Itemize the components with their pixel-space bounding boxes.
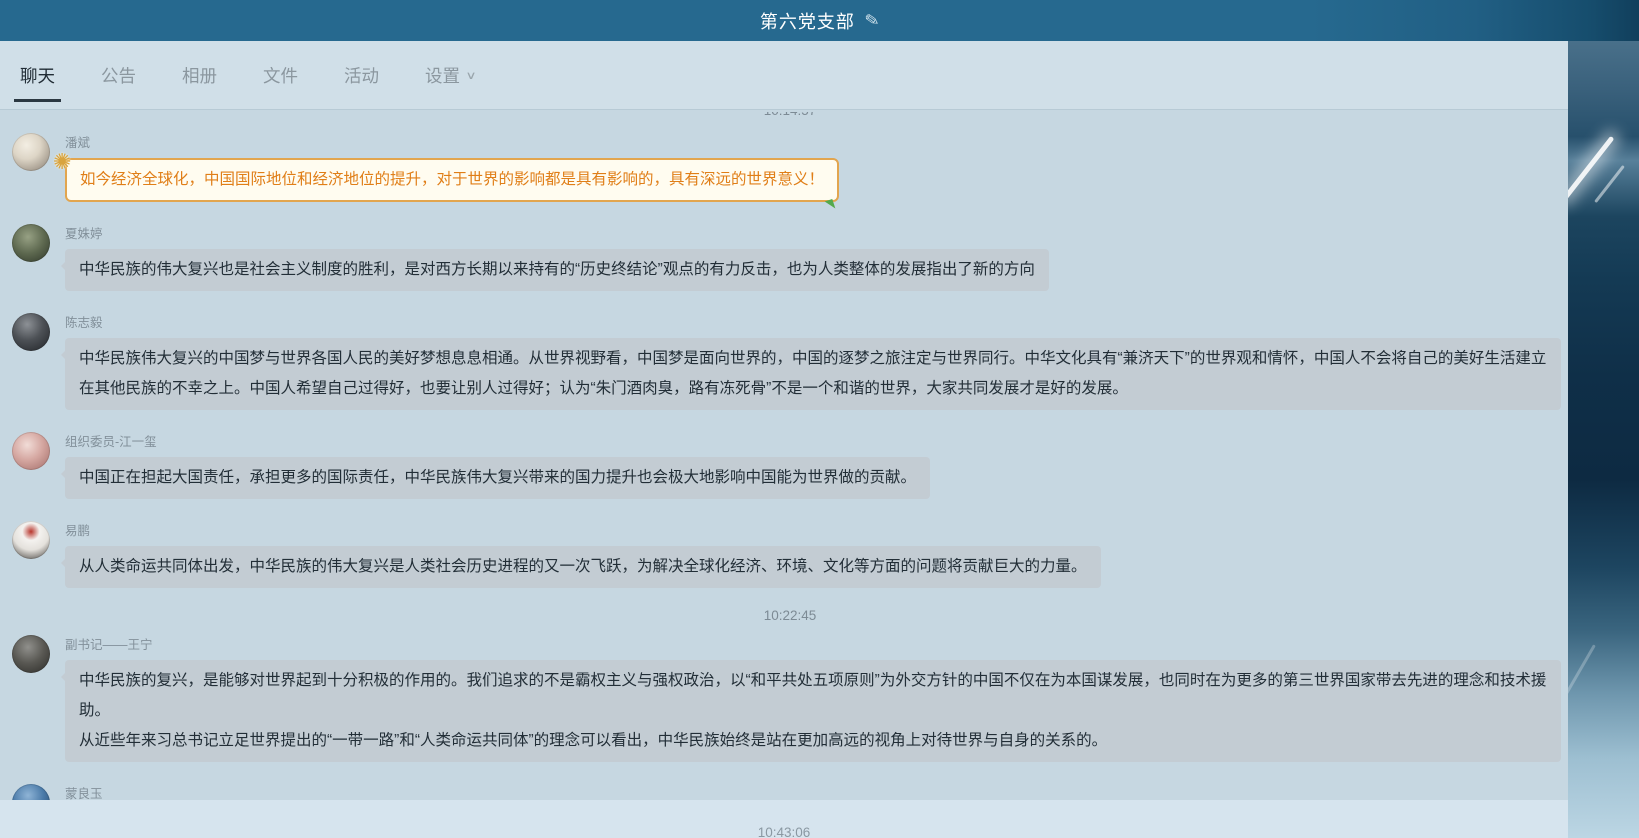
chat-message: 潘斌 ✺ 如今经济全球化，中国国际地位和经济地位的提升，对于世界的影响都是具有影… [12, 131, 1568, 202]
message-bubble[interactable]: 中华民族的伟大复兴也是社会主义制度的胜利，是对西方长期以来持有的“历史终结论”观… [65, 249, 1049, 291]
avatar[interactable] [12, 635, 50, 673]
flower-ornament-icon: ✺ [53, 147, 71, 177]
avatar[interactable] [12, 521, 50, 559]
chat-history[interactable]: 10:14:57 潘斌 ✺ 如今经济全球化，中国国际地位和经济地位的提升，对于世… [0, 111, 1568, 800]
chat-message: 副书记——王宁 中华民族的复兴，是能够对世界起到十分积极的作用的。我们追求的不是… [12, 633, 1568, 762]
sent-indicator-icon [825, 199, 836, 211]
avatar[interactable] [12, 432, 50, 470]
message-bubble[interactable]: 中华民族的复兴，是能够对世界起到十分积极的作用的。我们追求的不是霸权主义与强权政… [65, 660, 1561, 762]
sender-name: 蒙良玉 [65, 783, 1561, 800]
background-artwork [1568, 41, 1639, 838]
light-streak [1568, 644, 1596, 697]
timestamp-clipped-bottom: 10:43:06 [0, 800, 1568, 838]
sender-name: 组织委员-江一玺 [65, 431, 930, 450]
tab-album[interactable]: 相册 [176, 41, 223, 109]
sender-name: 副书记——王宁 [65, 634, 1561, 653]
group-title: 第六党支部 [760, 8, 855, 34]
sender-name: 夏姝婷 [65, 223, 1049, 242]
avatar[interactable] [12, 224, 50, 262]
tab-settings[interactable]: 设置 ∨ [419, 41, 481, 109]
tab-activities[interactable]: 活动 [338, 41, 385, 109]
tab-files[interactable]: 文件 [257, 41, 304, 109]
tab-chat[interactable]: 聊天 [14, 41, 61, 109]
edit-title-icon[interactable]: ✎ [863, 9, 881, 31]
message-bubble[interactable]: 中华民族伟大复兴的中国梦与世界各国人民的美好梦想息息相通。从世界视野看，中国梦是… [65, 338, 1561, 410]
chat-message: 夏姝婷 中华民族的伟大复兴也是社会主义制度的胜利，是对西方长期以来持有的“历史终… [12, 222, 1568, 291]
message-bubble[interactable]: 从人类命运共同体出发，中华民族的伟大复兴是人类社会历史进程的又一次飞跃，为解决全… [65, 546, 1101, 588]
light-streak [1594, 165, 1625, 203]
chat-message: 组织委员-江一玺 中国正在担起大国责任，承担更多的国际责任，中华民族伟大复兴带来… [12, 430, 1568, 499]
timestamp-clipped-top: 10:14:57 [12, 112, 1568, 121]
message-bubble[interactable]: 中国正在担起大国责任，承担更多的国际责任，中华民族伟大复兴带来的国力提升也会极大… [65, 457, 930, 499]
sender-name: 陈志毅 [65, 312, 1561, 331]
avatar[interactable] [12, 784, 50, 800]
group-header: 第六党支部 ✎ [0, 0, 1639, 41]
sender-name: 潘斌 [65, 132, 839, 151]
light-streak [1568, 136, 1614, 201]
chat-message: 易鹏 从人类命运共同体出发，中华民族的伟大复兴是人类社会历史进程的又一次飞跃，为… [12, 519, 1568, 588]
avatar[interactable] [12, 313, 50, 351]
message-bubble-highlighted[interactable]: ✺ 如今经济全球化，中国国际地位和经济地位的提升，对于世界的影响都是具有影响的，… [65, 158, 839, 202]
timestamp: 10:22:45 [12, 608, 1568, 623]
tab-announcements[interactable]: 公告 [95, 41, 142, 109]
sender-name: 易鹏 [65, 520, 1101, 539]
chevron-down-icon: ∨ [465, 69, 476, 82]
chat-message: 陈志毅 中华民族伟大复兴的中国梦与世界各国人民的美好梦想息息相通。从世界视野看，… [12, 311, 1568, 410]
tab-bar: 聊天 公告 相册 文件 活动 设置 ∨ [0, 41, 1568, 110]
avatar[interactable] [12, 133, 50, 171]
chat-message: 蒙良玉 中华民族的伟大复兴不仅实现了中华文明的振兴，更有利于世界多级化，进而使世… [12, 782, 1568, 800]
group-panel: 聊天 公告 相册 文件 活动 设置 ∨ 10:14:57 潘斌 ✺ 如今经济全球… [0, 41, 1568, 838]
